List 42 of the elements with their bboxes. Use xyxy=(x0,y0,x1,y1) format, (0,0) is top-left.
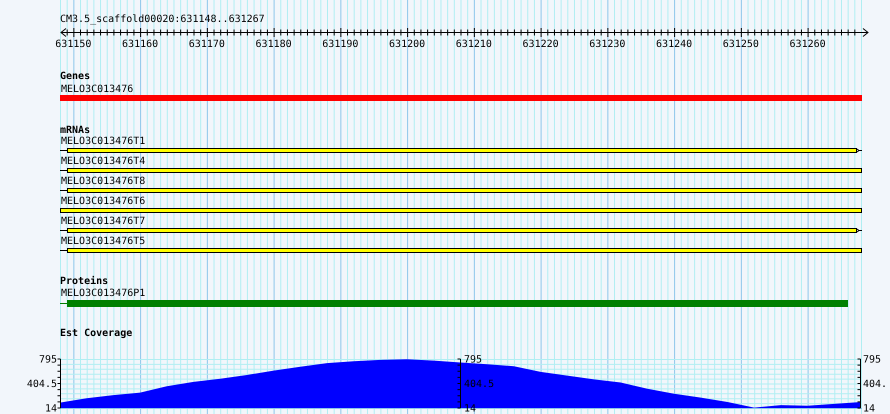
feature-label: MELO3C013476 xyxy=(61,84,134,95)
track-title: Est Coverage xyxy=(60,328,132,339)
transcript-bar[interactable] xyxy=(60,248,862,253)
y-axis xyxy=(857,358,861,408)
feature-label: MELO3C013476T6 xyxy=(61,196,146,207)
axis-label: 795 xyxy=(863,354,882,366)
axis-label: 404. xyxy=(863,379,888,390)
feature-label: MELO3C013476T1 xyxy=(61,136,146,147)
feature-label: MELO3C013476T7 xyxy=(61,216,146,227)
track-title: Proteins xyxy=(60,276,108,287)
track-title: Genes xyxy=(60,71,90,82)
ruler-label: 631160 xyxy=(122,39,158,50)
ruler-label: 631230 xyxy=(589,39,626,50)
ruler-label: 631150 xyxy=(55,39,92,50)
feature-label: MELO3C013476T4 xyxy=(61,156,146,167)
region-title: CM3.5_scaffold00020:631148..631267 xyxy=(60,14,265,25)
y-axis xyxy=(57,358,61,408)
axis-label: 795 xyxy=(464,354,482,366)
ruler-label: 631190 xyxy=(322,39,358,50)
feature-label: MELO3C013476P1 xyxy=(61,288,146,299)
axis-label: 404.5 xyxy=(26,379,57,390)
transcript-bar[interactable] xyxy=(60,168,862,173)
ruler-label: 631260 xyxy=(790,39,826,50)
ruler-label: 631170 xyxy=(188,39,225,50)
ruler-label: 631180 xyxy=(256,39,292,50)
ruler-label: 631210 xyxy=(456,39,492,50)
axis-label: 404.5 xyxy=(464,379,494,390)
transcript-bar[interactable] xyxy=(60,148,862,153)
feature-label: MELO3C013476T8 xyxy=(61,176,146,187)
ruler-label: 631200 xyxy=(389,39,426,50)
axis-label: 14 xyxy=(863,404,876,414)
axis-label: 795 xyxy=(38,354,57,366)
ruler-label: 631220 xyxy=(522,39,559,50)
y-axis xyxy=(457,358,461,408)
ruler-label: 631240 xyxy=(656,39,692,50)
transcript-bar[interactable] xyxy=(60,188,862,193)
ruler-label: 631250 xyxy=(722,39,759,50)
transcript-bar[interactable] xyxy=(60,228,862,233)
transcript-bar[interactable] xyxy=(60,208,862,213)
track-title: mRNAs xyxy=(60,125,90,136)
axis-label: 14 xyxy=(44,404,57,414)
feature-label: MELO3C013476T5 xyxy=(61,236,146,247)
